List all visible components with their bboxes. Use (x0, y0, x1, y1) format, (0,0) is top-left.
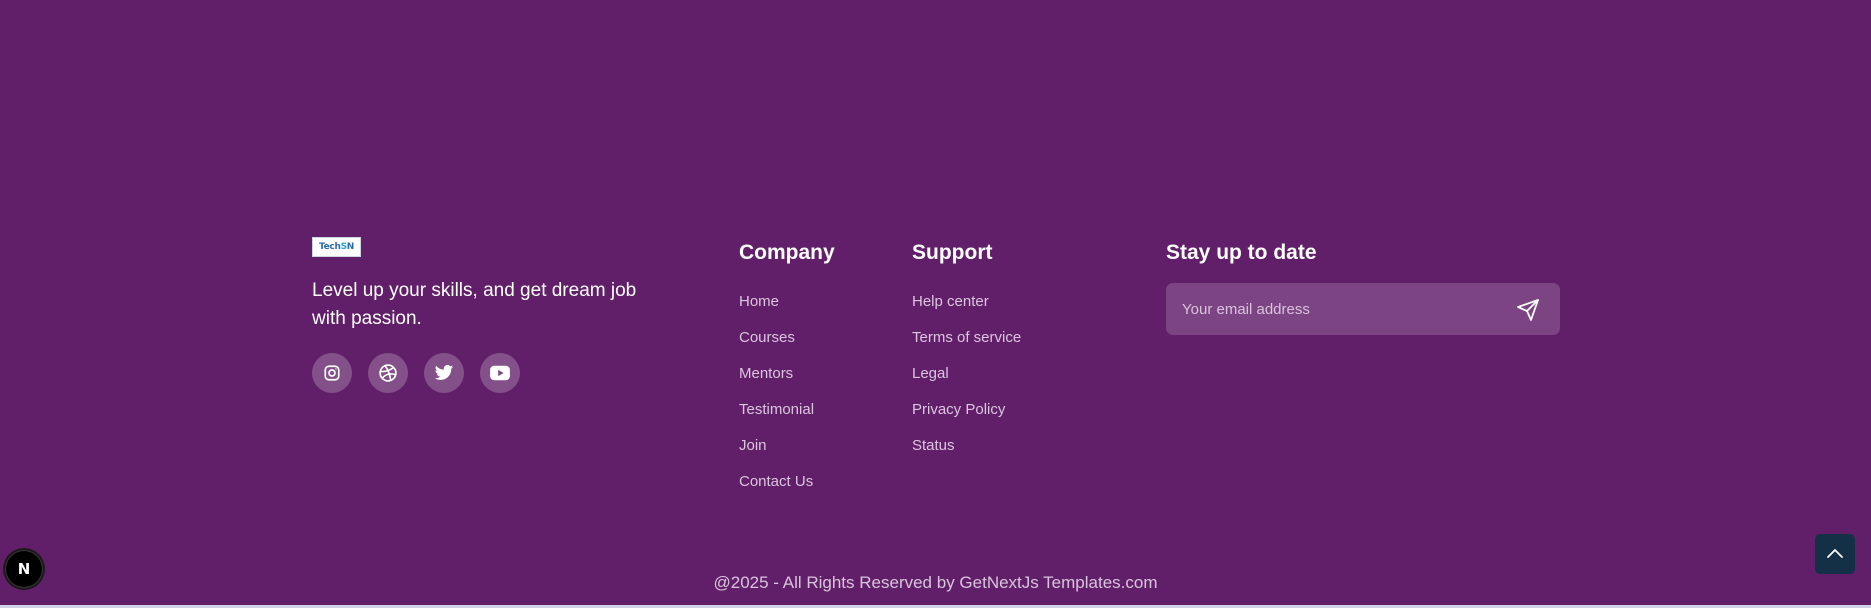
twitter-button[interactable] (424, 353, 464, 393)
chevron-up-icon (1827, 549, 1843, 558)
social-links (312, 353, 642, 393)
brand-column: TechSN Level up your skills, and get dre… (312, 237, 642, 393)
send-button[interactable] (1516, 298, 1540, 322)
subscribe-form (1166, 283, 1560, 335)
support-link-status[interactable]: Status (912, 437, 1021, 473)
company-links: Home Courses Mentors Testimonial Join Co… (739, 293, 835, 509)
company-link-testimonial[interactable]: Testimonial (739, 401, 835, 437)
logo[interactable]: TechSN (312, 237, 361, 257)
send-icon (1517, 299, 1539, 321)
email-input[interactable] (1166, 283, 1506, 335)
youtube-icon (490, 365, 510, 381)
twitter-icon (434, 365, 454, 380)
instagram-icon (324, 365, 340, 381)
company-link-join[interactable]: Join (739, 437, 835, 473)
support-links: Help center Terms of service Legal Priva… (912, 293, 1021, 473)
support-link-legal[interactable]: Legal (912, 365, 1021, 401)
support-column: Support Help center Terms of service Leg… (912, 240, 1021, 473)
copyright-text: @2025 - All Rights Reserved by GetNextJs… (713, 573, 1158, 592)
newsletter-heading: Stay up to date (1166, 241, 1317, 264)
company-heading: Company (739, 241, 835, 264)
support-link-help-center[interactable]: Help center (912, 293, 1021, 329)
footer-page: TechSN Level up your skills, and get dre… (0, 0, 1871, 608)
tagline: Level up your skills, and get dream job … (312, 280, 637, 329)
company-link-courses[interactable]: Courses (739, 329, 835, 365)
dribbble-icon (379, 364, 397, 382)
instagram-button[interactable] (312, 353, 352, 393)
logo-wordmark: TechSN (318, 241, 354, 252)
company-column: Company Home Courses Mentors Testimonial… (739, 240, 835, 509)
youtube-button[interactable] (480, 353, 520, 393)
support-link-terms[interactable]: Terms of service (912, 329, 1021, 365)
company-link-home[interactable]: Home (739, 293, 835, 329)
newsletter-section: Stay up to date (1166, 240, 1560, 335)
company-link-contact-us[interactable]: Contact Us (739, 473, 835, 509)
dribbble-button[interactable] (368, 353, 408, 393)
support-link-privacy[interactable]: Privacy Policy (912, 401, 1021, 437)
company-link-mentors[interactable]: Mentors (739, 365, 835, 401)
scroll-to-top-button[interactable] (1815, 534, 1855, 574)
support-heading: Support (912, 241, 993, 264)
nextjs-badge[interactable]: N (5, 550, 43, 588)
nextjs-badge-letter: N (17, 560, 31, 578)
